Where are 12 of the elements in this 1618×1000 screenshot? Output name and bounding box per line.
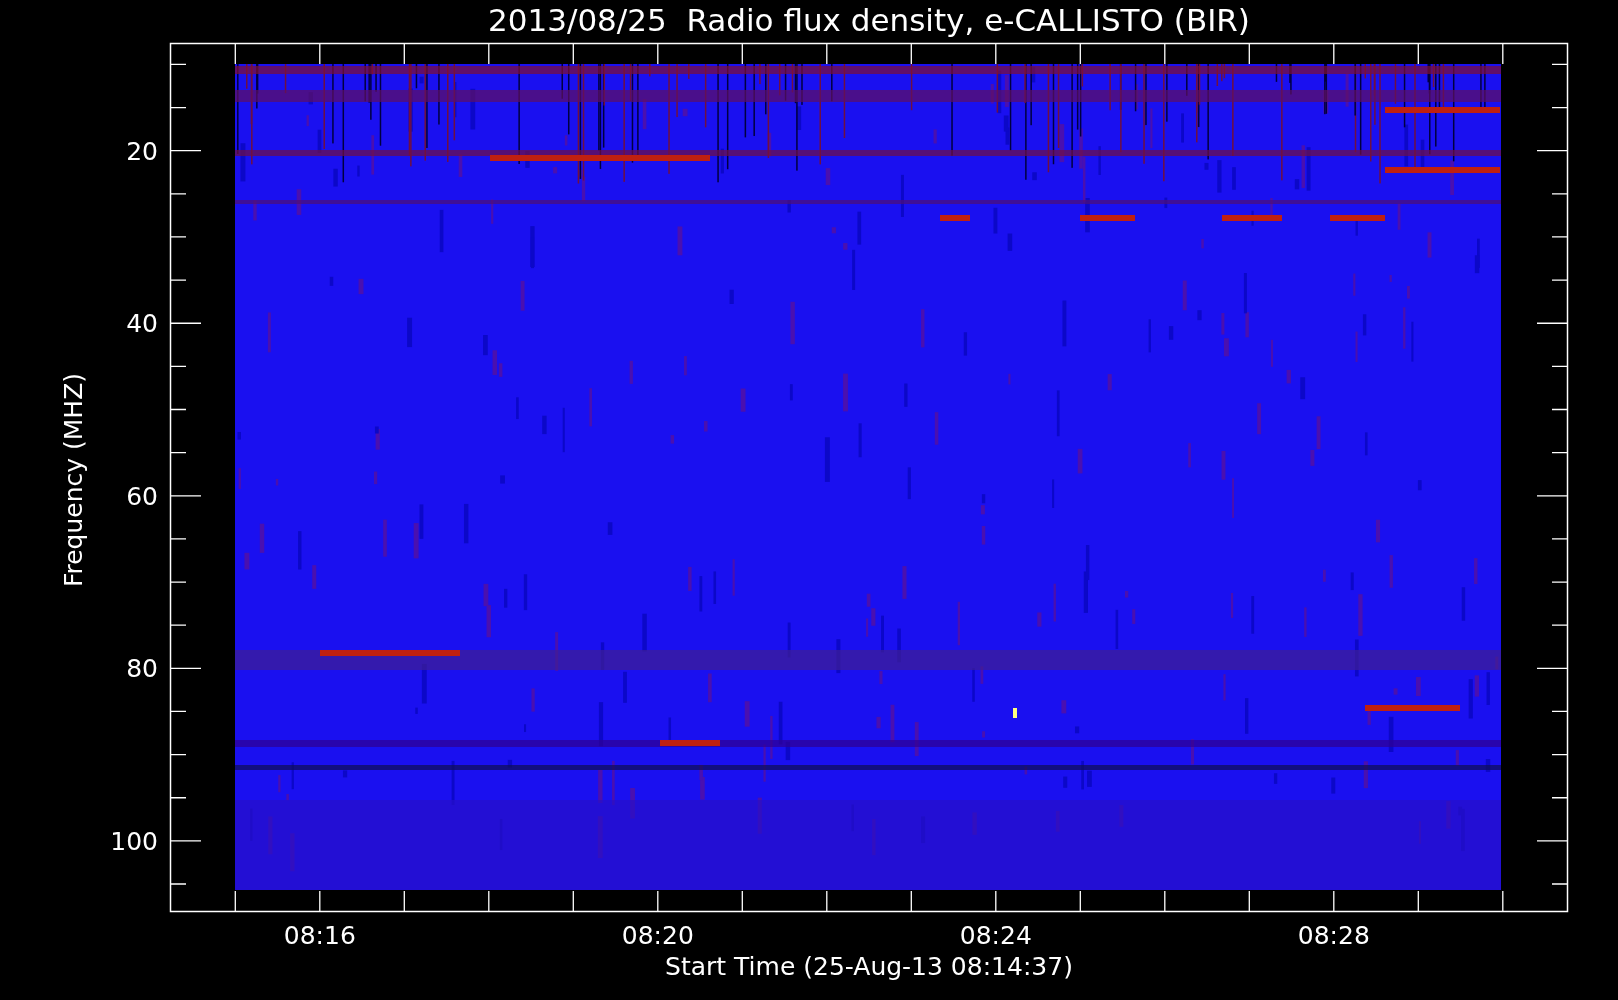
y-tick-label: 80: [126, 654, 158, 684]
chart-title: 2013/08/25 Radio flux density, e-CALLISTO (BIR): [488, 2, 1250, 38]
y-tick-label: 40: [126, 309, 158, 339]
x-tick-label: 08:24: [959, 921, 1032, 950]
x-tick-label: 08:28: [1297, 921, 1370, 950]
y-axis-label: Frequency (MHZ): [59, 372, 88, 588]
y-tick-label: 60: [126, 481, 158, 511]
x-tick-label: 08:20: [621, 921, 694, 950]
x-axis-label: Start Time (25-Aug-13 08:14:37): [665, 952, 1073, 981]
y-tick-label: 100: [110, 826, 158, 856]
x-tick-label: 08:16: [283, 921, 356, 950]
y-tick-label: 20: [126, 136, 158, 166]
